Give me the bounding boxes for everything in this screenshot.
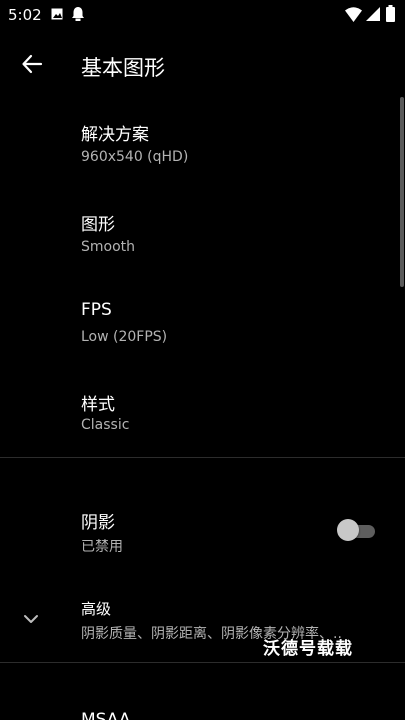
page-title: 基本图形 — [81, 56, 165, 80]
divider — [0, 662, 405, 663]
settings-screen: 5:02 基本图形 解决方案 960x540 (qHD) 图形 Smooth F… — [0, 0, 405, 720]
chevron-down-icon[interactable] — [20, 608, 42, 630]
pref-summary: 960x540 (qHD) — [81, 149, 189, 165]
pref-graphics[interactable]: 图形 Smooth — [0, 190, 405, 280]
pref-summary: 已禁用 — [81, 539, 123, 555]
switch-thumb — [337, 519, 359, 541]
pref-summary: Smooth — [81, 239, 136, 255]
wifi-icon — [345, 7, 362, 22]
notification-icon — [72, 7, 84, 21]
pref-title: 高级 — [81, 600, 112, 618]
pref-title: 图形 — [81, 215, 115, 235]
arrow-left-icon — [22, 54, 43, 74]
pref-title: FPS — [81, 300, 112, 320]
gallery-icon — [51, 8, 63, 20]
pref-summary: Low (20FPS) — [81, 329, 168, 345]
pref-title: 样式 — [81, 395, 115, 415]
divider — [0, 457, 405, 458]
pref-fps[interactable]: FPS Low (20FPS) — [0, 280, 405, 370]
toolbar: 基本图形 — [0, 30, 405, 100]
watermark: 沃德号载载 — [263, 639, 353, 659]
pref-msaa-partial[interactable]: MSAA — [81, 710, 131, 720]
back-button[interactable] — [12, 44, 52, 84]
pref-title: 解决方案 — [81, 125, 149, 145]
battery-icon — [386, 5, 395, 22]
pref-style[interactable]: 样式 Classic — [0, 370, 405, 460]
pref-summary: Classic — [81, 417, 130, 433]
status-time: 5:02 — [8, 6, 42, 24]
shadow-switch[interactable] — [337, 519, 377, 541]
signal-icon — [366, 7, 380, 21]
pref-title: 阴影 — [81, 513, 115, 533]
pref-resolution[interactable]: 解决方案 960x540 (qHD) — [0, 100, 405, 190]
status-bar: 5:02 — [0, 0, 405, 30]
